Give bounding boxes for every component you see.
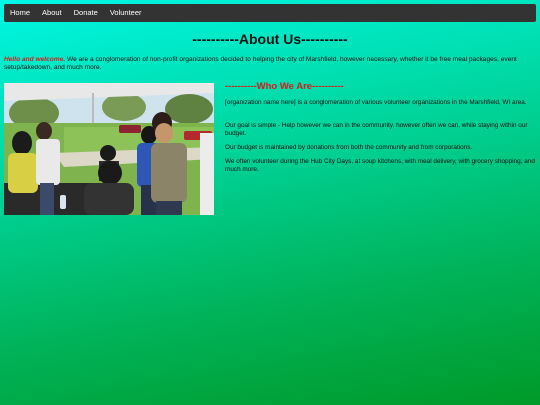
who-we-are-heading: ----------Who We Are---------- <box>225 81 344 92</box>
who-paragraph-4: We often volunteer during the Hub City D… <box>225 158 535 173</box>
nav-volunteer-link[interactable]: Volunteer <box>104 4 148 22</box>
volunteers-photo <box>4 83 214 215</box>
page-title: ----------About Us---------- <box>192 31 348 47</box>
nav-bar: Home About Donate Volunteer <box>4 4 536 22</box>
intro-body: We are a conglomeration of non-profit or… <box>4 56 517 71</box>
nav-about-link[interactable]: About <box>36 4 68 22</box>
intro-text: Hello and welcome. We are a conglomerati… <box>4 56 536 72</box>
who-paragraph-1: [organization name here] is a conglomera… <box>225 99 527 106</box>
who-paragraph-2: Our goal is simple - Help however we can… <box>225 122 528 137</box>
who-paragraph-3: Our budget is maintained by donations fr… <box>225 144 473 151</box>
volunteers-photo-illustration <box>4 83 214 215</box>
nav-home-link[interactable]: Home <box>4 4 36 22</box>
nav-donate-link[interactable]: Donate <box>68 4 104 22</box>
intro-hello: Hello and welcome. <box>4 56 66 63</box>
